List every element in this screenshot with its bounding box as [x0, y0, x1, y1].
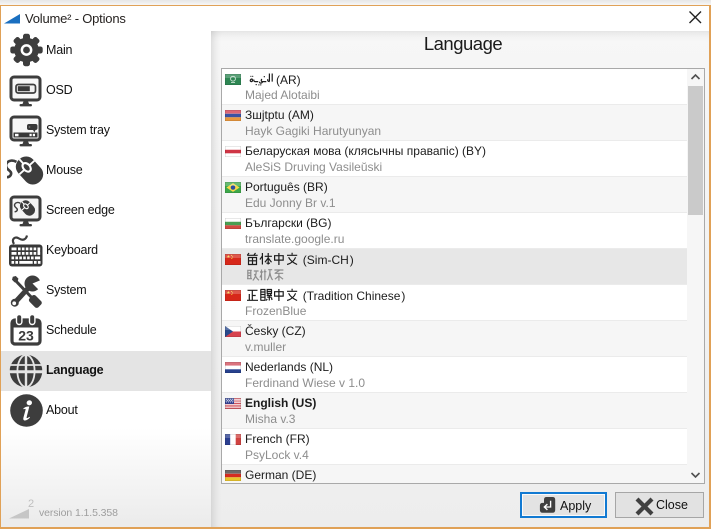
svg-text:23: 23 [18, 328, 34, 344]
